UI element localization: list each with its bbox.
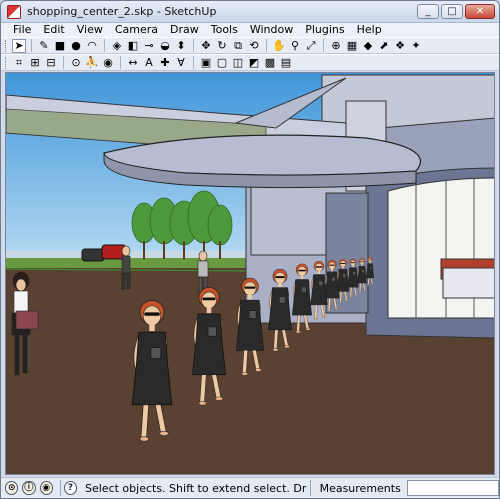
get-models-icon[interactable]: ◆ [361, 39, 375, 53]
toggle-terrain-icon[interactable]: ▦ [345, 39, 359, 53]
arc-tool-icon[interactable]: ◠ [85, 39, 99, 53]
toolbar-grip[interactable] [5, 56, 8, 69]
menu-bar: File Edit View Camera Draw Tools Window … [1, 23, 499, 37]
look-around-icon[interactable]: ◉ [101, 56, 115, 70]
section-plane-icon[interactable]: ⌗ [12, 56, 26, 70]
paint-bucket-icon[interactable]: ◒ [158, 39, 172, 53]
shaded-textures-icon[interactable]: ▩ [263, 56, 277, 70]
offset-tool-icon[interactable]: ⧉ [231, 39, 245, 53]
sketchup-window: shopping_center_2.skp - SketchUp _ □ ✕ F… [0, 0, 500, 499]
rectangle-tool-icon[interactable]: ■ [53, 39, 67, 53]
maximize-button[interactable]: □ [441, 4, 463, 19]
help-icon[interactable]: ? [63, 481, 77, 495]
eraser-tool-icon[interactable]: ◧ [126, 39, 140, 53]
share-model-icon[interactable]: ⬈ [377, 39, 391, 53]
toolbar-grip[interactable] [5, 39, 8, 52]
text-tool-icon[interactable]: A [142, 56, 156, 70]
dimension-tool-icon[interactable]: ↔ [126, 56, 140, 70]
circle-tool-icon[interactable]: ● [69, 39, 83, 53]
section-display-icon[interactable]: ⊞ [28, 56, 42, 70]
main-toolbar: ➤ ✎ ■ ● ◠ ◈ ◧ ⊸ ◒ ⬍ ✥ ↻ ⧉ ⟲ ✋ ⚲ ⤢ ⊕ ▦ ◆ ⬈ ❖ ✦ [1, 37, 499, 54]
toolbar-separator [193, 56, 194, 69]
menu-window[interactable]: Window [244, 23, 299, 37]
tape-measure-icon[interactable]: ⊸ [142, 39, 156, 53]
menu-camera[interactable]: Camera [109, 23, 164, 37]
walk-tool-icon[interactable]: ⛹ [85, 56, 99, 70]
wireframe-style-icon[interactable]: ▢ [215, 56, 229, 70]
sketchup-app-icon [7, 4, 21, 19]
get-components-icon[interactable]: ❖ [393, 39, 407, 53]
menu-view[interactable]: View [71, 23, 109, 37]
status-divider [309, 480, 311, 496]
xray-style-icon[interactable]: ▣ [199, 56, 213, 70]
minimize-button[interactable]: _ [417, 4, 439, 19]
orbit-tool-icon[interactable]: ⟲ [247, 39, 261, 53]
pencil-line-tool-icon[interactable]: ✎ [37, 39, 51, 53]
menu-file[interactable]: File [7, 23, 37, 37]
measurements-input[interactable] [406, 480, 499, 496]
shaded-style-icon[interactable]: ◩ [247, 56, 261, 70]
user-icon[interactable]: ◉ [39, 481, 53, 495]
position-camera-icon[interactable]: ⊙ [69, 56, 83, 70]
pan-tool-icon[interactable]: ✋ [272, 39, 286, 53]
status-bar: ⊙ ⓘ ◉ ? Select objects. Shift to extend … [1, 477, 499, 498]
toolbar-separator [266, 39, 267, 52]
status-hint: Select objects. Shift to extend select. … [85, 481, 307, 495]
toolbar-separator [31, 39, 32, 52]
toolbar-separator [323, 39, 324, 52]
zoom-extents-icon[interactable]: ⤢ [304, 39, 318, 53]
menu-edit[interactable]: Edit [37, 23, 70, 37]
monochrome-style-icon[interactable]: ▤ [279, 56, 293, 70]
axes-tool-icon[interactable]: ✚ [158, 56, 172, 70]
hidden-line-style-icon[interactable]: ◫ [231, 56, 245, 70]
toolbar-separator [120, 56, 121, 69]
make-component-icon[interactable]: ◈ [110, 39, 124, 53]
3d-text-icon[interactable]: Ɐ [174, 56, 188, 70]
window-controls: _ □ ✕ [417, 4, 495, 19]
geo-location-icon[interactable]: ⊙ [5, 481, 19, 495]
menu-help[interactable]: Help [351, 23, 388, 37]
menu-tools[interactable]: Tools [205, 23, 244, 37]
share-component-icon[interactable]: ✦ [409, 39, 423, 53]
measurements-label: Measurements [319, 481, 401, 495]
credits-icon[interactable]: ⓘ [22, 481, 36, 495]
toolbar-separator [193, 39, 194, 52]
window-title: shopping_center_2.skp - SketchUp [27, 5, 217, 18]
toolbar-separator [104, 39, 105, 52]
menu-plugins[interactable]: Plugins [299, 23, 350, 37]
model-viewport[interactable] [5, 72, 495, 475]
title-bar[interactable]: shopping_center_2.skp - SketchUp _ □ ✕ [1, 1, 499, 23]
move-tool-icon[interactable]: ✥ [199, 39, 213, 53]
toolbar-separator [63, 56, 64, 69]
menu-draw[interactable]: Draw [164, 23, 205, 37]
section-cuts-icon[interactable]: ⊟ [44, 56, 58, 70]
add-location-icon[interactable]: ⊕ [329, 39, 343, 53]
secondary-toolbar: ⌗ ⊞ ⊟ ⊙ ⛹ ◉ ↔ A ✚ Ɐ ▣ ▢ ◫ ◩ ▩ ▤ [1, 54, 499, 71]
close-button[interactable]: ✕ [465, 4, 495, 19]
select-tool-icon[interactable]: ➤ [12, 38, 26, 53]
scene-render [6, 73, 494, 474]
zoom-tool-icon[interactable]: ⚲ [288, 39, 302, 53]
status-divider [59, 480, 61, 496]
push-pull-icon[interactable]: ⬍ [174, 39, 188, 53]
rotate-tool-icon[interactable]: ↻ [215, 39, 229, 53]
